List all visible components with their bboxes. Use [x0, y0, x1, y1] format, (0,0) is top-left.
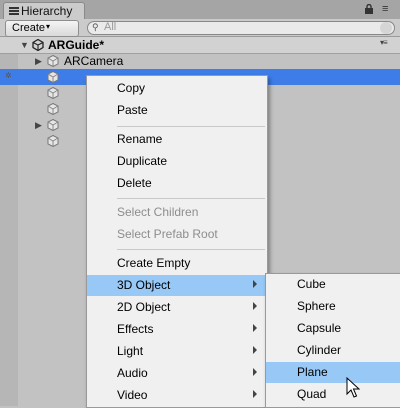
gameobject-cube-icon: [47, 55, 59, 67]
menu-item-select-prefab-root: Select Prefab Root: [87, 224, 267, 245]
menu-item-label: Audio: [117, 366, 148, 380]
menu-item-label: Create Empty: [117, 256, 191, 270]
menu-item-audio[interactable]: Audio: [87, 363, 267, 384]
menu-item-select-children: Select Children: [87, 202, 267, 223]
menu-item-sphere[interactable]: Sphere: [266, 296, 400, 317]
hierarchy-list-icon: [9, 7, 19, 15]
menu-item-label: Duplicate: [117, 154, 168, 168]
gameobject-cube-icon: [47, 103, 59, 115]
search-field[interactable]: ⚲: [87, 21, 395, 35]
menu-item-label: Light: [117, 344, 144, 358]
menu-item-label: Capsule: [297, 321, 342, 335]
menu-item-label: Plane: [297, 365, 328, 379]
tree-row-arcamera[interactable]: ▶ ARCamera: [0, 53, 400, 69]
gameobject-cube-icon: [47, 71, 59, 83]
menu-item-delete[interactable]: Delete: [87, 173, 267, 194]
menu-separator: [117, 126, 265, 127]
menu-item-label: Rename: [117, 132, 163, 146]
submenu-arrow-icon: [253, 346, 257, 354]
submenu-arrow-icon: [253, 390, 257, 398]
window-menu-icon[interactable]: ≡: [382, 3, 388, 15]
menu-item-cylinder[interactable]: Cylinder: [266, 340, 400, 361]
search-input[interactable]: [104, 21, 374, 33]
menu-item-label: Select Prefab Root: [117, 227, 218, 241]
menu-item-paste[interactable]: Paste: [87, 100, 267, 121]
create-button[interactable]: Create ▾: [5, 20, 79, 37]
menu-item-label: 3D Object: [117, 278, 171, 292]
hierarchy-tab[interactable]: Hierarchy: [3, 2, 85, 20]
menu-item-plane[interactable]: Plane: [266, 362, 400, 383]
menu-item-label: Sphere: [297, 299, 336, 313]
menu-item-light[interactable]: Light: [87, 341, 267, 362]
menu-item-quad[interactable]: Quad: [266, 384, 400, 405]
expand-arrow-icon[interactable]: ▶: [35, 56, 42, 67]
hierarchy-tab-label: Hierarchy: [21, 4, 73, 18]
menu-item-2d-object[interactable]: 2D Object: [87, 297, 267, 318]
menu-separator: [117, 198, 265, 199]
menu-item-label: Copy: [117, 81, 146, 95]
menu-item-label: Video: [117, 388, 148, 402]
context-menu: Copy Paste Rename Duplicate Delete Selec…: [86, 75, 268, 408]
hierarchy-toolbar: Create ▾ ⚲: [0, 19, 400, 37]
gameobject-cube-icon: [47, 119, 59, 131]
menu-item-cube[interactable]: Cube: [266, 274, 400, 295]
menu-item-effects[interactable]: Effects: [87, 319, 267, 340]
dropdown-arrow-icon: ▾: [46, 22, 51, 31]
menu-item-create-empty[interactable]: Create Empty: [87, 253, 267, 274]
scene-row[interactable]: ▼ ARGuide* ▾≡: [0, 37, 400, 54]
submenu-arrow-icon: [253, 324, 257, 332]
menu-item-duplicate[interactable]: Duplicate: [87, 151, 267, 172]
expand-arrow-icon[interactable]: ▶: [35, 120, 42, 131]
submenu-arrow-icon: [253, 280, 257, 288]
menu-item-video[interactable]: Video: [87, 385, 267, 406]
submenu-arrow-icon: [253, 368, 257, 376]
lock-icon[interactable]: [364, 4, 374, 14]
menu-item-label: Cylinder: [297, 343, 342, 357]
menu-item-label: Select Children: [117, 205, 199, 219]
menu-item-label: Paste: [117, 103, 148, 117]
menu-item-label: Delete: [117, 176, 152, 190]
menu-item-rename[interactable]: Rename: [87, 129, 267, 150]
submenu-arrow-icon: [253, 302, 257, 310]
expand-arrow-icon[interactable]: ▼: [20, 40, 29, 50]
menu-item-copy[interactable]: Copy: [87, 78, 267, 99]
scene-name: ARGuide*: [48, 38, 105, 52]
gameobject-cube-icon: [47, 87, 59, 99]
menu-item-3d-object[interactable]: 3D Object: [87, 275, 267, 296]
menu-item-label: Quad: [297, 387, 327, 401]
scene-menu-icon[interactable]: ▾≡: [380, 38, 388, 47]
search-cancel-icon[interactable]: [380, 22, 392, 34]
menu-item-label: 2D Object: [117, 300, 171, 314]
magnifier-icon: ⚲: [92, 22, 99, 32]
menu-item-label: Cube: [297, 277, 326, 291]
mouse-cursor-icon: [346, 377, 360, 398]
menu-separator: [117, 249, 265, 250]
window-tab-strip: Hierarchy ≡: [0, 0, 400, 20]
tree-item-label: ARCamera: [64, 54, 124, 68]
unity-scene-icon: [32, 39, 44, 51]
visibility-icon[interactable]: ✲: [5, 71, 12, 80]
menu-item-label: Effects: [117, 322, 154, 336]
menu-item-capsule[interactable]: Capsule: [266, 318, 400, 339]
submenu-3d-object: Cube Sphere Capsule Cylinder Plane Quad: [265, 273, 400, 408]
create-button-label: Create: [12, 22, 46, 34]
gameobject-cube-icon: [47, 135, 59, 147]
